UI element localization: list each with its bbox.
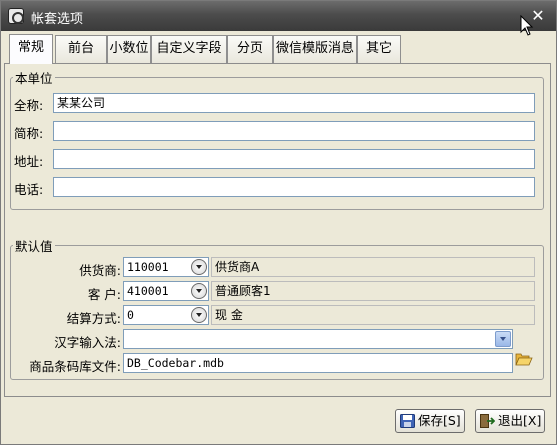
settlement-name-display: 现 金	[211, 305, 535, 325]
tab-frontdesk[interactable]: 前台	[55, 35, 107, 63]
dropdown-arrow-icon[interactable]	[191, 283, 207, 299]
tab-other[interactable]: 其它	[357, 35, 401, 63]
mouse-cursor-icon	[520, 15, 534, 36]
save-button[interactable]: 保存[S]	[395, 409, 465, 433]
phone-input[interactable]	[53, 177, 535, 197]
dropdown-arrow-icon[interactable]	[495, 331, 511, 347]
customer-select[interactable]: 410001	[123, 281, 209, 301]
tab-panel-general: 本单位 全称: 某某公司 简称: 地址: 电话: 默认值 供货商: 110001…	[4, 63, 551, 397]
tab-paging[interactable]: 分页	[227, 35, 273, 63]
window-app-icon	[8, 8, 24, 24]
tab-decimals[interactable]: 小数位	[107, 35, 151, 63]
tab-general[interactable]: 常规	[9, 34, 53, 64]
unit-group-legend: 本单位	[15, 71, 53, 86]
fullname-input[interactable]: 某某公司	[53, 93, 535, 113]
defaults-group-legend: 默认值	[15, 239, 53, 254]
folder-open-icon[interactable]	[515, 351, 533, 367]
supplier-name-display: 供货商A	[211, 257, 535, 277]
options-dialog: 帐套选项 ✕ 常规 前台 小数位 自定义字段 分页 微信模版消息 其它 本单位 …	[0, 0, 557, 445]
settlement-label: 结算方式:	[66, 311, 121, 326]
window-title: 帐套选项	[31, 12, 84, 27]
fullname-label: 全称:	[14, 98, 44, 113]
settlement-code: 0	[127, 308, 134, 322]
address-input[interactable]	[53, 149, 535, 169]
settlement-select[interactable]: 0	[123, 305, 209, 325]
barcode-file-input[interactable]: DB_Codebar.mdb	[123, 353, 513, 373]
phone-label: 电话:	[14, 182, 44, 197]
supplier-code: 110001	[127, 260, 169, 274]
save-button-label: 保存[S]	[418, 413, 461, 428]
customer-code: 410001	[127, 284, 169, 298]
dropdown-arrow-icon[interactable]	[191, 307, 207, 323]
customer-name-display: 普通顾客1	[211, 281, 535, 301]
shortname-label: 简称:	[14, 126, 44, 141]
supplier-label: 供货商:	[79, 263, 121, 278]
ime-select[interactable]	[123, 329, 513, 349]
barcode-label: 商品条码库文件:	[29, 359, 121, 374]
save-disk-icon	[400, 414, 415, 428]
shortname-input[interactable]	[53, 121, 535, 141]
dropdown-arrow-icon[interactable]	[191, 259, 207, 275]
title-bar: 帐套选项 ✕	[1, 1, 556, 31]
exit-button-label: 退出[X]	[498, 413, 542, 428]
tab-custom-fields[interactable]: 自定义字段	[151, 35, 227, 63]
customer-label: 客 户:	[87, 287, 121, 302]
exit-door-icon	[480, 414, 495, 428]
ime-label: 汉字输入法:	[54, 335, 121, 350]
supplier-select[interactable]: 110001	[123, 257, 209, 277]
tab-wechat-template[interactable]: 微信模版消息	[273, 35, 357, 63]
exit-button[interactable]: 退出[X]	[475, 409, 545, 433]
address-label: 地址:	[14, 154, 44, 169]
